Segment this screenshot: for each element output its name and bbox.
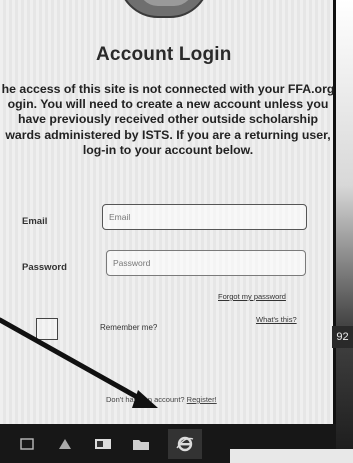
annotation-arrow-icon	[0, 317, 158, 408]
